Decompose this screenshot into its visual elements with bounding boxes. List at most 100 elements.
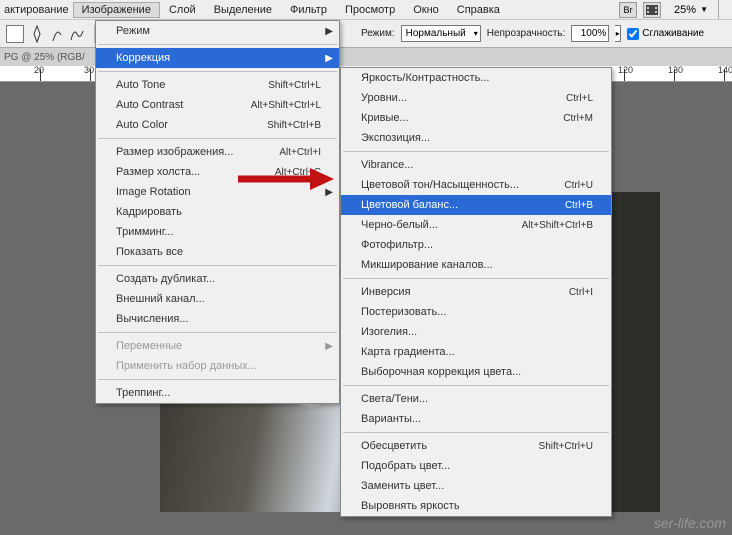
menu-item-label: Подобрать цвет... <box>361 460 593 472</box>
adjustments-menu-item[interactable]: Выборочная коррекция цвета... <box>341 362 611 382</box>
adjustments-menu-item[interactable]: Карта градиента... <box>341 342 611 362</box>
adjustments-menu-item[interactable]: Кривые...Ctrl+M <box>341 108 611 128</box>
menu-item-label: Auto Contrast <box>116 99 221 111</box>
adjustments-menu-item[interactable]: Инверсия Ctrl+I <box>341 282 611 302</box>
pen-icon[interactable] <box>30 24 44 44</box>
menu-item-label: Постеризовать... <box>361 306 593 318</box>
image-menu-item[interactable]: Кадрировать <box>96 202 339 222</box>
menu-item-label: Вычисления... <box>116 313 321 325</box>
menu-item-label: Яркость/Контрастность... <box>361 72 593 84</box>
menubar-item-edit-truncated[interactable]: актирование <box>0 4 73 16</box>
adjustments-menu-item[interactable]: Выровнять яркость <box>341 496 611 516</box>
tool-preset-icon[interactable] <box>6 25 24 43</box>
adjustments-menu-item[interactable]: Изогелия... <box>341 322 611 342</box>
curve-icon[interactable] <box>50 24 64 44</box>
adjustments-menu-item[interactable]: Заменить цвет... <box>341 476 611 496</box>
menubar-item-view[interactable]: Просмотр <box>336 2 404 18</box>
image-menu-item[interactable]: Auto ContrastAlt+Shift+Ctrl+L <box>96 95 339 115</box>
menubar-item-help[interactable]: Справка <box>448 2 509 18</box>
image-menu-item[interactable]: Треппинг... <box>96 383 339 403</box>
blend-mode-select[interactable]: Нормальный <box>401 25 481 42</box>
menu-item-label: Выборочная коррекция цвета... <box>361 366 593 378</box>
menu-item-label: Обесцветить <box>361 440 509 452</box>
image-menu-item[interactable]: Показать все <box>96 242 339 262</box>
adjustments-menu-item[interactable]: Варианты... <box>341 409 611 429</box>
adjustments-submenu: Яркость/Контрастность...Уровни...Ctrl+LК… <box>340 67 612 517</box>
image-menu-item[interactable]: Внешний канал... <box>96 289 339 309</box>
film-icon[interactable] <box>643 2 661 18</box>
adjustments-menu-item[interactable]: Черно-белый...Alt+Shift+Ctrl+B <box>341 215 611 235</box>
menubar-item-filter[interactable]: Фильтр <box>281 2 336 18</box>
mode-label: Режим: <box>361 28 395 39</box>
adjustments-menu-item[interactable]: Постеризовать... <box>341 302 611 322</box>
opacity-field[interactable]: 100% <box>571 25 609 42</box>
menu-item-label: Внешний канал... <box>116 293 321 305</box>
menu-item-label: Уровни... <box>361 92 536 104</box>
image-menu-item[interactable]: Создать дубликат... <box>96 269 339 289</box>
menu-item-label: Инверсия <box>361 286 539 298</box>
image-menu-item: Применить набор данных... <box>96 356 339 376</box>
menubar-item-image[interactable]: Изображение <box>73 2 160 18</box>
adjustments-menu-item[interactable]: Подобрать цвет... <box>341 456 611 476</box>
image-menu-item[interactable]: Размер изображения... Alt+Ctrl+I <box>96 142 339 162</box>
image-menu-item[interactable]: Auto ToneShift+Ctrl+L <box>96 75 339 95</box>
adjustments-menu-item[interactable]: Vibrance... <box>341 155 611 175</box>
adjustments-menu-item[interactable]: Экспозиция... <box>341 128 611 148</box>
image-menu-item[interactable]: Auto ColorShift+Ctrl+B <box>96 115 339 135</box>
menu-item-label: Варианты... <box>361 413 593 425</box>
opacity-arrow-icon[interactable]: ▸ <box>615 25 621 42</box>
menu-item-label: Кадрировать <box>116 206 321 218</box>
menu-item-label: Размер изображения... <box>116 146 249 158</box>
menu-item-label: Коррекция <box>116 52 321 64</box>
menu-item-shortcut: Ctrl+I <box>569 287 593 298</box>
menu-item-label: Режим <box>116 25 321 37</box>
menubar-item-select[interactable]: Выделение <box>205 2 281 18</box>
menu-item-label: Заменить цвет... <box>361 480 593 492</box>
menu-item-shortcut: Shift+Ctrl+U <box>539 441 593 452</box>
watermark: ser-life.com <box>654 515 726 531</box>
menu-item-shortcut: Ctrl+M <box>563 113 593 124</box>
adjustments-menu-item[interactable]: Уровни...Ctrl+L <box>341 88 611 108</box>
image-menu-item[interactable]: Режим ▶ <box>96 21 339 41</box>
menu-item-label: Микширование каналов... <box>361 259 593 271</box>
antialias-checkbox[interactable]: Сглаживание <box>627 28 704 40</box>
menu-item-label: Треппинг... <box>116 387 321 399</box>
menu-item-label: Экспозиция... <box>361 132 593 144</box>
menu-item-label: Света/Тени... <box>361 393 593 405</box>
menu-item-label: Vibrance... <box>361 159 593 171</box>
image-menu-item[interactable]: Тримминг... <box>96 222 339 242</box>
menu-item-shortcut: Ctrl+U <box>564 180 593 191</box>
menu-item-shortcut: Ctrl+B <box>565 200 593 211</box>
adjustments-menu-item[interactable]: Микширование каналов... <box>341 255 611 275</box>
adjustments-menu-item[interactable]: Обесцветить Shift+Ctrl+U <box>341 436 611 456</box>
menu-item-label: Auto Tone <box>116 79 238 91</box>
bridge-icon[interactable]: Br <box>619 2 637 18</box>
menubar-item-layer[interactable]: Слой <box>160 2 205 18</box>
menu-item-label: Показать все <box>116 246 321 258</box>
menu-item-label: Создать дубликат... <box>116 273 321 285</box>
antialias-input[interactable] <box>627 28 639 40</box>
image-menu-item[interactable]: Вычисления... <box>96 309 339 329</box>
image-menu-item[interactable]: Коррекция ▶ <box>96 48 339 68</box>
freeform-icon[interactable] <box>70 24 84 44</box>
submenu-arrow-icon: ▶ <box>325 26 333 37</box>
menu-item-label: Карта градиента... <box>361 346 593 358</box>
image-menu-item: Переменные▶ <box>96 336 339 356</box>
menu-item-label: Цветовой тон/Насыщенность... <box>361 179 534 191</box>
adjustments-menu-item[interactable]: Света/Тени... <box>341 389 611 409</box>
zoom-level[interactable]: 25%▼ <box>674 4 708 16</box>
menu-item-label: Фотофильтр... <box>361 239 593 251</box>
menu-item-label: Auto Color <box>116 119 237 131</box>
menu-item-label: Выровнять яркость <box>361 500 593 512</box>
menu-item-label: Размер холста... <box>116 166 245 178</box>
menu-item-label: Изогелия... <box>361 326 593 338</box>
adjustments-menu-item[interactable]: Цветовой тон/Насыщенность... Ctrl+U <box>341 175 611 195</box>
menu-item-label: Переменные <box>116 340 321 352</box>
menubar-item-window[interactable]: Окно <box>404 2 448 18</box>
submenu-arrow-icon: ▶ <box>325 53 333 64</box>
menu-item-label: Черно-белый... <box>361 219 492 231</box>
adjustments-menu-item[interactable]: Фотофильтр... <box>341 235 611 255</box>
adjustments-menu-item[interactable]: Цветовой баланс...Ctrl+B <box>341 195 611 215</box>
menu-item-shortcut: Alt+Ctrl+I <box>279 147 321 158</box>
adjustments-menu-item[interactable]: Яркость/Контрастность... <box>341 68 611 88</box>
